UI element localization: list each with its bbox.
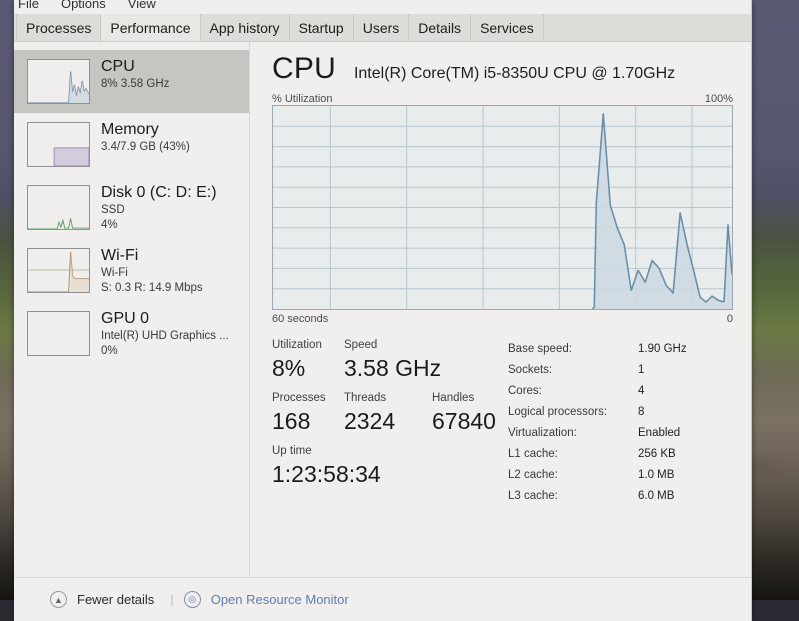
stat-label-processes: Processes bbox=[272, 390, 344, 406]
graph-x-left-label: 60 seconds bbox=[272, 313, 328, 325]
page-title: CPU bbox=[272, 52, 336, 86]
sidebar-memory-title: Memory bbox=[101, 120, 190, 140]
stat-value-threads: 2324 bbox=[344, 406, 432, 436]
sidebar-disk-title: Disk 0 (C: D: E:) bbox=[101, 183, 217, 203]
graph-y-axis-label: % Utilization bbox=[272, 93, 333, 105]
sidebar-wifi-title: Wi-Fi bbox=[101, 246, 203, 266]
content-area: CPU 8% 3.58 GHz Memory 3.4/7.9 GB (43%) bbox=[14, 42, 751, 577]
menu-view[interactable]: View bbox=[128, 0, 156, 11]
tab-startup[interactable]: Startup bbox=[290, 14, 354, 41]
sidebar-gpu-sub2: 0% bbox=[101, 344, 229, 359]
cpu-utilization-graph bbox=[272, 105, 733, 310]
tab-services[interactable]: Services bbox=[471, 14, 544, 41]
stat-label-handles: Handles bbox=[432, 390, 474, 406]
performance-sidebar: CPU 8% 3.58 GHz Memory 3.4/7.9 GB (43%) bbox=[14, 42, 250, 577]
sidebar-wifi-sub1: Wi-Fi bbox=[101, 266, 203, 281]
spec-sockets: Sockets: 1 bbox=[508, 360, 733, 381]
spec-base-speed: Base speed: 1.90 GHz bbox=[508, 339, 733, 360]
sidebar-gpu-sub1: Intel(R) UHD Graphics ... bbox=[101, 329, 229, 344]
graph-x-right-label: 0 bbox=[727, 313, 733, 325]
stat-label-speed: Speed bbox=[344, 337, 432, 353]
memory-mini-graph bbox=[27, 122, 90, 167]
sidebar-cpu-title: CPU bbox=[101, 57, 169, 77]
sidebar-disk-sub2: 4% bbox=[101, 218, 217, 233]
spec-virtualization: Virtualization: Enabled bbox=[508, 423, 733, 444]
task-manager-window: File Options View Processes Performance … bbox=[14, 0, 752, 621]
stat-value-handles: 67840 bbox=[432, 406, 496, 436]
menu-bar: File Options View bbox=[14, 0, 751, 14]
sidebar-cpu-sub: 8% 3.58 GHz bbox=[101, 77, 169, 92]
disk-mini-graph bbox=[27, 185, 90, 230]
tab-details[interactable]: Details bbox=[409, 14, 471, 41]
cpu-stats-left: Utilization Speed 8% 3.58 GHz Processes … bbox=[272, 337, 504, 507]
cpu-header: CPU Intel(R) Core(TM) i5-8350U CPU @ 1.7… bbox=[272, 52, 733, 86]
stat-value-processes: 168 bbox=[272, 406, 344, 436]
graph-top-labels: % Utilization 100% bbox=[272, 93, 733, 105]
sidebar-disk-sub1: SSD bbox=[101, 203, 217, 218]
stat-label-uptime: Up time bbox=[272, 443, 504, 459]
tab-app-history[interactable]: App history bbox=[201, 14, 290, 41]
sidebar-item-cpu[interactable]: CPU 8% 3.58 GHz bbox=[14, 50, 249, 113]
graph-bottom-labels: 60 seconds 0 bbox=[272, 313, 733, 325]
cpu-spec-list: Base speed: 1.90 GHz Sockets: 1 Cores: 4… bbox=[504, 337, 733, 507]
spec-l2-cache: L2 cache: 1.0 MB bbox=[508, 465, 733, 486]
tab-performance[interactable]: Performance bbox=[101, 14, 200, 41]
tab-bar: Processes Performance App history Startu… bbox=[14, 14, 751, 42]
spec-l1-cache: L1 cache: 256 KB bbox=[508, 444, 733, 465]
stat-value-uptime: 1:23:58:34 bbox=[272, 459, 504, 489]
cpu-stats: Utilization Speed 8% 3.58 GHz Processes … bbox=[272, 337, 733, 507]
spec-logical-processors: Logical processors: 8 bbox=[508, 402, 733, 423]
gpu-mini-graph bbox=[27, 311, 90, 356]
cpu-model-name: Intel(R) Core(TM) i5-8350U CPU @ 1.70GHz bbox=[354, 65, 675, 83]
sidebar-item-disk0[interactable]: Disk 0 (C: D: E:) SSD 4% bbox=[14, 176, 249, 239]
sidebar-item-memory[interactable]: Memory 3.4/7.9 GB (43%) bbox=[14, 113, 249, 176]
graph-y-max-label: 100% bbox=[705, 93, 733, 105]
stat-value-speed: 3.58 GHz bbox=[344, 353, 432, 383]
sidebar-gpu-title: GPU 0 bbox=[101, 309, 229, 329]
tab-processes[interactable]: Processes bbox=[16, 14, 101, 41]
wifi-mini-graph bbox=[27, 248, 90, 293]
tab-users[interactable]: Users bbox=[354, 14, 410, 41]
sidebar-memory-sub: 3.4/7.9 GB (43%) bbox=[101, 140, 190, 155]
stat-label-utilization: Utilization bbox=[272, 337, 344, 353]
spec-cores: Cores: 4 bbox=[508, 381, 733, 402]
sidebar-wifi-sub2: S: 0.3 R: 14.9 Mbps bbox=[101, 281, 203, 296]
cpu-mini-graph bbox=[27, 59, 90, 104]
menu-file[interactable]: File bbox=[18, 0, 39, 11]
cpu-detail-panel: CPU Intel(R) Core(TM) i5-8350U CPU @ 1.7… bbox=[250, 42, 751, 577]
stat-value-utilization: 8% bbox=[272, 353, 344, 383]
sidebar-item-wifi[interactable]: Wi-Fi Wi-Fi S: 0.3 R: 14.9 Mbps bbox=[14, 239, 249, 302]
stat-label-threads: Threads bbox=[344, 390, 432, 406]
spec-l3-cache: L3 cache: 6.0 MB bbox=[508, 486, 733, 507]
sidebar-item-gpu0[interactable]: GPU 0 Intel(R) UHD Graphics ... 0% bbox=[14, 302, 249, 365]
menu-options[interactable]: Options bbox=[61, 0, 106, 11]
status-bar: ▲ Fewer details | ◎ Open Resource Monito… bbox=[14, 577, 751, 621]
